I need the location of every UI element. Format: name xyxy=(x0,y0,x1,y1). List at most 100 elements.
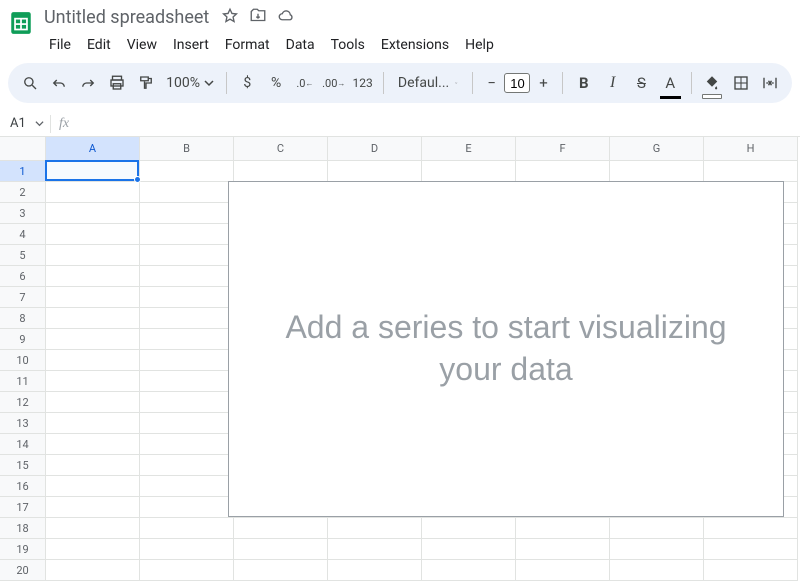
cell[interactable] xyxy=(140,518,234,539)
row-header[interactable]: 10 xyxy=(0,350,46,371)
undo-icon[interactable] xyxy=(47,69,72,97)
cell[interactable] xyxy=(140,287,234,308)
menu-edit[interactable]: Edit xyxy=(80,33,118,57)
name-box[interactable]: A1 xyxy=(0,116,50,131)
row-header[interactable]: 11 xyxy=(0,371,46,392)
menu-file[interactable]: File xyxy=(42,33,78,57)
cell[interactable] xyxy=(46,392,140,413)
row-header[interactable]: 9 xyxy=(0,329,46,350)
cell[interactable] xyxy=(234,539,328,560)
cell[interactable] xyxy=(46,518,140,539)
cell[interactable] xyxy=(704,518,798,539)
cell[interactable] xyxy=(328,518,422,539)
cell[interactable] xyxy=(46,224,140,245)
cell[interactable] xyxy=(46,329,140,350)
chart-placeholder[interactable]: Add a series to start visualizing your d… xyxy=(228,181,784,517)
row-header[interactable]: 2 xyxy=(0,182,46,203)
cell[interactable] xyxy=(46,371,140,392)
cell[interactable] xyxy=(516,539,610,560)
borders-button[interactable] xyxy=(728,69,753,97)
cell[interactable] xyxy=(234,518,328,539)
cell[interactable] xyxy=(140,434,234,455)
more-formats-button[interactable]: 123 xyxy=(350,69,375,97)
cell[interactable] xyxy=(140,560,234,581)
cell[interactable] xyxy=(46,266,140,287)
cell[interactable] xyxy=(140,350,234,371)
column-header[interactable]: B xyxy=(140,137,234,161)
cell[interactable] xyxy=(516,560,610,581)
cell[interactable] xyxy=(140,497,234,518)
cell[interactable] xyxy=(328,539,422,560)
search-menus-icon[interactable] xyxy=(18,69,43,97)
column-header[interactable]: C xyxy=(234,137,328,161)
row-header[interactable]: 13 xyxy=(0,413,46,434)
row-header[interactable]: 7 xyxy=(0,287,46,308)
column-header[interactable]: E xyxy=(422,137,516,161)
cell[interactable] xyxy=(46,560,140,581)
cell[interactable] xyxy=(46,455,140,476)
cell[interactable] xyxy=(422,539,516,560)
row-header[interactable]: 8 xyxy=(0,308,46,329)
cell[interactable] xyxy=(234,161,328,182)
row-header[interactable]: 19 xyxy=(0,539,46,560)
menu-tools[interactable]: Tools xyxy=(324,33,372,57)
fill-color-button[interactable] xyxy=(700,69,725,97)
move-icon[interactable] xyxy=(249,7,267,29)
select-all-corner[interactable] xyxy=(0,137,46,161)
cell[interactable] xyxy=(516,518,610,539)
decrease-decimal-button[interactable]: .0← xyxy=(293,69,318,97)
cell[interactable] xyxy=(140,413,234,434)
cell[interactable] xyxy=(46,161,140,182)
cell[interactable] xyxy=(328,161,422,182)
cell[interactable] xyxy=(610,539,704,560)
currency-button[interactable]: $ xyxy=(235,69,260,97)
cell[interactable] xyxy=(46,287,140,308)
column-header[interactable]: D xyxy=(328,137,422,161)
menu-data[interactable]: Data xyxy=(279,33,322,57)
strikethrough-button[interactable]: S xyxy=(629,69,654,97)
italic-button[interactable]: I xyxy=(600,69,625,97)
cell[interactable] xyxy=(704,161,798,182)
cell[interactable] xyxy=(46,476,140,497)
cell[interactable] xyxy=(704,539,798,560)
cell[interactable] xyxy=(46,308,140,329)
row-header[interactable]: 20 xyxy=(0,560,46,581)
paint-format-icon[interactable] xyxy=(133,69,158,97)
cell[interactable] xyxy=(234,560,328,581)
cell[interactable] xyxy=(140,245,234,266)
cell[interactable] xyxy=(140,182,234,203)
sheets-logo[interactable] xyxy=(8,6,34,40)
redo-icon[interactable] xyxy=(76,69,101,97)
cell[interactable] xyxy=(328,560,422,581)
cell[interactable] xyxy=(46,434,140,455)
cell[interactable] xyxy=(140,308,234,329)
percent-button[interactable]: % xyxy=(264,69,289,97)
menu-insert[interactable]: Insert xyxy=(166,33,216,57)
cell[interactable] xyxy=(516,161,610,182)
row-header[interactable]: 17 xyxy=(0,497,46,518)
column-header[interactable]: G xyxy=(610,137,704,161)
formula-input[interactable] xyxy=(77,111,800,136)
row-header[interactable]: 14 xyxy=(0,434,46,455)
cell[interactable] xyxy=(140,392,234,413)
cell[interactable] xyxy=(140,266,234,287)
zoom-select[interactable]: 100% xyxy=(162,75,218,91)
bold-button[interactable]: B xyxy=(571,69,596,97)
cell[interactable] xyxy=(46,182,140,203)
cell[interactable] xyxy=(140,329,234,350)
cell[interactable] xyxy=(610,560,704,581)
cell[interactable] xyxy=(704,560,798,581)
cell[interactable] xyxy=(46,245,140,266)
cell[interactable] xyxy=(140,161,234,182)
cloud-status-icon[interactable] xyxy=(277,7,295,29)
menu-format[interactable]: Format xyxy=(218,33,277,57)
row-header[interactable]: 16 xyxy=(0,476,46,497)
cell[interactable] xyxy=(46,497,140,518)
column-header[interactable]: F xyxy=(516,137,610,161)
font-family-select[interactable]: Defaul... xyxy=(392,75,464,91)
cell[interactable] xyxy=(422,518,516,539)
menu-help[interactable]: Help xyxy=(458,33,501,57)
font-size-input[interactable] xyxy=(504,73,530,93)
cell[interactable] xyxy=(140,476,234,497)
column-header[interactable]: A xyxy=(46,137,140,161)
